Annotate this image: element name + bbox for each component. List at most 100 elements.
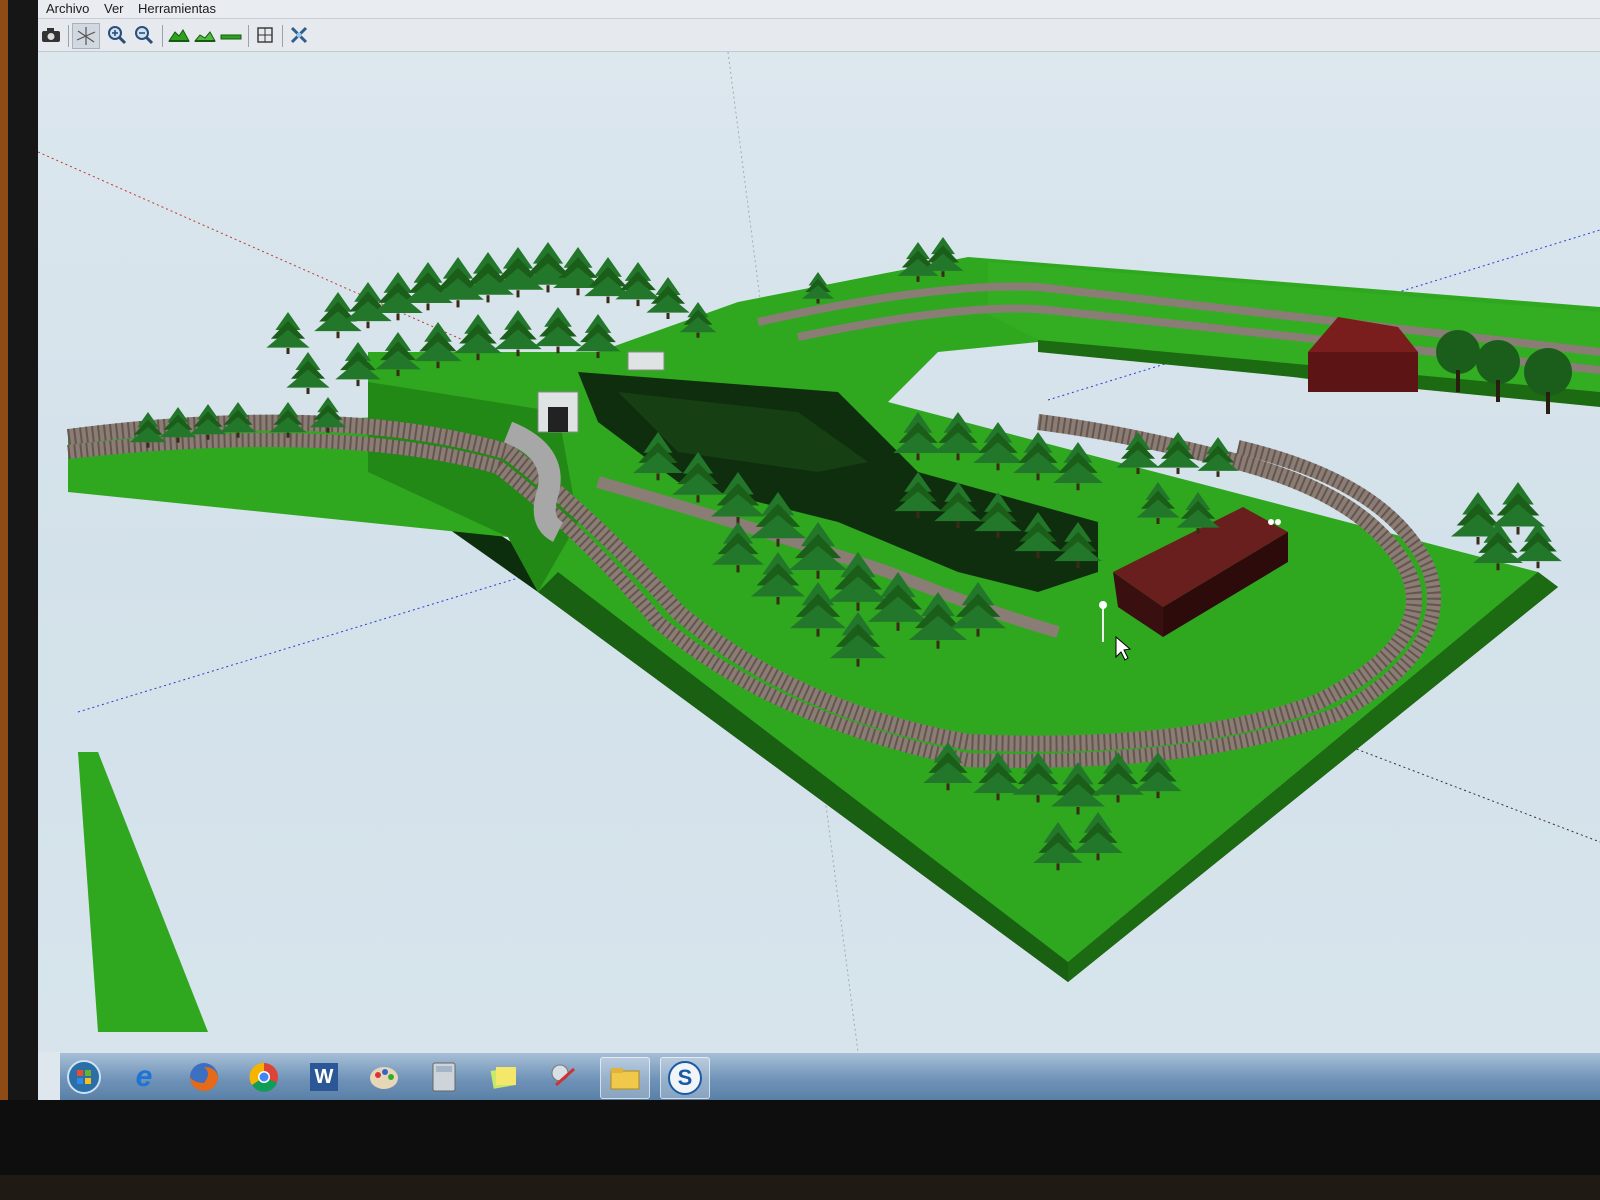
- tree-trunk: [916, 276, 920, 282]
- tree-trunk: [486, 295, 490, 303]
- tree-trunk: [326, 427, 330, 433]
- tree-trunk: [956, 453, 960, 461]
- calculator-icon[interactable]: [420, 1057, 468, 1097]
- tree-trunk: [1076, 483, 1080, 491]
- tree-trunk: [1056, 863, 1060, 871]
- tree-trunk: [456, 300, 460, 308]
- tree-trunk: [1536, 561, 1540, 569]
- chrome-icon[interactable]: [240, 1057, 288, 1097]
- paint-icon[interactable]: [360, 1057, 408, 1097]
- terrain-flat-icon[interactable]: [218, 23, 244, 47]
- tree-trunk: [356, 379, 360, 387]
- tree-trunk: [1176, 468, 1180, 474]
- tree-trunk: [336, 331, 340, 339]
- 3d-viewport[interactable]: [38, 52, 1600, 1052]
- application-window: Archivo Ver Herramientas: [38, 0, 1600, 1118]
- tree-trunk: [696, 332, 700, 338]
- word-icon[interactable]: W: [300, 1057, 348, 1097]
- tools-icon[interactable]: [286, 23, 312, 47]
- deciduous-tree: [1436, 330, 1480, 374]
- tree-trunk: [666, 313, 670, 319]
- tree-trunk: [546, 285, 550, 293]
- tree-trunk: [996, 463, 1000, 471]
- grid-icon[interactable]: [252, 23, 278, 47]
- tree-trunk: [916, 453, 920, 461]
- tree-trunk: [396, 313, 400, 321]
- tree-trunk: [1036, 551, 1040, 559]
- firefox-icon[interactable]: [180, 1057, 228, 1097]
- tree-trunk: [176, 437, 180, 443]
- tree-trunk: [1476, 537, 1480, 545]
- internet-explorer-icon[interactable]: e: [120, 1057, 168, 1097]
- tree-trunk: [656, 473, 660, 481]
- tree-trunk: [1496, 380, 1500, 402]
- tree-trunk: [1116, 795, 1120, 803]
- windows-start-icon[interactable]: [60, 1057, 108, 1097]
- tree-trunk: [1096, 853, 1100, 861]
- tree-trunk: [1136, 468, 1140, 474]
- tree-trunk: [736, 565, 740, 573]
- tree-trunk: [936, 640, 940, 649]
- tree-trunk: [206, 434, 210, 440]
- layout-3d-scene: [38, 52, 1600, 1052]
- tree-trunk: [996, 531, 1000, 539]
- zoom-out-icon[interactable]: [131, 23, 157, 47]
- camera-icon[interactable]: [38, 23, 64, 47]
- terrain-lower-icon[interactable]: [192, 23, 218, 47]
- tree-trunk: [1156, 791, 1160, 799]
- tree-trunk: [1076, 807, 1080, 815]
- tree-trunk: [776, 597, 780, 605]
- tree-trunk: [556, 346, 560, 354]
- tree-trunk: [856, 602, 860, 611]
- tree-trunk: [1156, 518, 1160, 524]
- file-explorer-icon[interactable]: [600, 1057, 650, 1099]
- tree-trunk: [286, 348, 290, 354]
- tree-trunk: [286, 432, 290, 438]
- menu-ver[interactable]: Ver: [100, 1, 128, 16]
- menu-herramientas[interactable]: Herramientas: [134, 1, 220, 16]
- zoom-in-icon[interactable]: [104, 23, 130, 47]
- desk-edge: [0, 0, 8, 1200]
- tree-trunk: [606, 296, 610, 304]
- pan-axes-icon[interactable]: [72, 23, 100, 49]
- tree-trunk: [1456, 370, 1460, 392]
- sticky-notes-icon[interactable]: [480, 1057, 528, 1097]
- tree-trunk: [596, 351, 600, 359]
- tree-trunk: [976, 628, 980, 637]
- tree-trunk: [396, 369, 400, 377]
- terrain-raise-icon[interactable]: [166, 23, 192, 47]
- tree-trunk: [816, 628, 820, 637]
- tree-trunk: [306, 388, 310, 394]
- deciduous-tree: [1476, 340, 1520, 384]
- tree-trunk: [941, 271, 945, 277]
- tree-trunk: [366, 321, 370, 329]
- tree-trunk: [146, 442, 150, 448]
- tree-trunk: [896, 622, 900, 631]
- snipping-tool-icon[interactable]: [540, 1057, 588, 1097]
- tree-trunk: [856, 658, 860, 667]
- tree-trunk: [516, 349, 520, 357]
- tree-trunk: [1216, 471, 1220, 477]
- tree-trunk: [236, 432, 240, 438]
- menu-archivo[interactable]: Archivo: [42, 1, 93, 16]
- tree-trunk: [1516, 527, 1520, 535]
- skype-icon[interactable]: S: [660, 1057, 710, 1099]
- tree-trunk: [956, 521, 960, 529]
- tree-trunk: [946, 783, 950, 791]
- tree-trunk: [576, 288, 580, 296]
- tree-trunk: [916, 511, 920, 519]
- tree-trunk: [636, 299, 640, 307]
- windows-taskbar: e W S: [60, 1052, 1600, 1101]
- toolbar: [38, 19, 1600, 52]
- tree-trunk: [426, 303, 430, 311]
- tree-trunk: [1546, 392, 1550, 414]
- tree-trunk: [1196, 528, 1200, 534]
- tree-trunk: [776, 538, 780, 547]
- deciduous-tree: [1524, 348, 1572, 396]
- menu-bar: Archivo Ver Herramientas: [38, 0, 1600, 19]
- tree-trunk: [696, 495, 700, 503]
- tree-trunk: [1496, 563, 1500, 571]
- tree-trunk: [436, 361, 440, 369]
- tree-trunk: [1036, 473, 1040, 481]
- tree-trunk: [996, 793, 1000, 801]
